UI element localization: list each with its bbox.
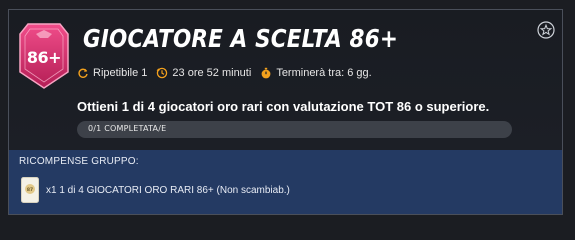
- objective-badge-icon: 86+: [18, 22, 70, 90]
- repeat-icon: [78, 68, 88, 78]
- objective-card[interactable]: 86+ GIOCATORE A SCELTA 86+ Ripetibile 1: [8, 9, 563, 215]
- reward-text: x1 1 di 4 GIOCATORI ORO RARI 86+ (Non sc…: [46, 184, 290, 196]
- rewards-section: RICOMPENSE GRUPPO: 87 x1 1 di 4 GIOCATOR…: [9, 150, 562, 214]
- progress-label: 0/1 COMPLETATA/E: [88, 124, 167, 133]
- svg-text:87: 87: [27, 187, 33, 193]
- objective-meta: Ripetibile 1 23 ore 52 minuti Terminerà …: [77, 67, 381, 79]
- time-left-text: 23 ore 52 minuti: [172, 67, 252, 79]
- repeatable-text: Ripetibile 1: [93, 67, 148, 79]
- badge-label: 86+: [26, 48, 62, 67]
- time-left-info: 23 ore 52 minuti: [156, 67, 251, 79]
- player-pick-card-icon: 87: [21, 177, 39, 203]
- repeatable-info: Ripetibile 1: [77, 67, 147, 79]
- end-timer-info: Terminerà tra: 6 gg.: [260, 67, 372, 79]
- rewards-heading: RICOMPENSE GRUPPO:: [19, 156, 139, 167]
- objective-header: 86+ GIOCATORE A SCELTA 86+ Ripetibile 1: [9, 10, 562, 150]
- end-timer-text: Terminerà tra: 6 gg.: [276, 67, 372, 79]
- stopwatch-icon: [261, 67, 271, 79]
- reward-item[interactable]: 87 x1 1 di 4 GIOCATORI ORO RARI 86+ (Non…: [21, 177, 290, 203]
- objective-description: Ottieni 1 di 4 giocatori oro rari con va…: [77, 99, 490, 114]
- progress-bar: 0/1 COMPLETATA/E: [77, 121, 512, 138]
- favorite-star-icon[interactable]: [537, 21, 555, 39]
- clock-refresh-icon: [157, 67, 168, 79]
- objective-title: GIOCATORE A SCELTA 86+: [83, 24, 399, 53]
